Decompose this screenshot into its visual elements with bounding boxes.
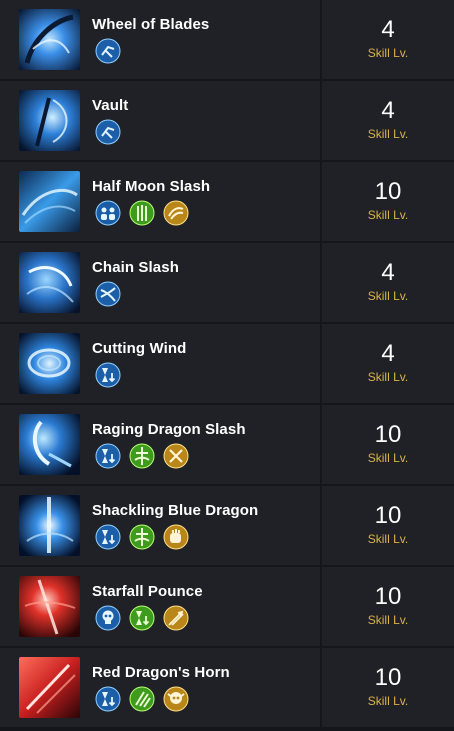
skill-level-cell: 4 Skill Lv. [322,0,454,79]
skill-name: Half Moon Slash [92,178,211,195]
skill-name: Red Dragon's Horn [92,664,230,681]
skill-level-label: Skill Lv. [367,207,409,222]
gold-cross-icon[interactable] [163,443,189,469]
tripod-list [95,38,121,64]
skill-level-value: 10 [374,663,402,691]
skill-level-label: Skill Lv. [367,126,409,141]
tripod-list [95,524,189,550]
skill-level-value: 4 [381,96,395,124]
skill-level-value: 10 [374,501,402,529]
cutting-wind-skill-icon [19,333,80,394]
tripod-list [95,443,189,469]
gold-skull-icon[interactable] [163,686,189,712]
tripod-list [95,605,189,631]
wheel-of-blades-skill-icon [19,9,80,70]
skill-level-value: 4 [381,258,395,286]
tripod-list [95,686,189,712]
red-dragons-horn-skill-icon [19,657,80,718]
skill-info-cell: Raging Dragon Slash [0,405,322,484]
skill-info-cell: Shackling Blue Dragon [0,486,322,565]
skill-level-cell: 10 Skill Lv. [322,648,454,727]
gold-arrows-icon[interactable] [163,605,189,631]
skill-row[interactable]: Red Dragon's Horn 10 Skill Lv. [0,648,454,727]
skill-list: Wheel of Blades 4 Skill Lv. Vault 4 Skil… [0,0,454,731]
skill-name: Shackling Blue Dragon [92,502,259,519]
skill-row[interactable]: Starfall Pounce 10 Skill Lv. [0,567,454,646]
skill-level-value: 10 [374,177,402,205]
skill-level-cell: 10 Skill Lv. [322,567,454,646]
half-moon-slash-skill-icon [19,171,80,232]
skill-level-cell: 4 Skill Lv. [322,243,454,322]
skill-info-cell: Wheel of Blades [0,0,322,79]
skill-row[interactable]: Cutting Wind 4 Skill Lv. [0,324,454,403]
skill-row[interactable]: Chain Slash 4 Skill Lv. [0,243,454,322]
skill-level-value: 10 [374,582,402,610]
skill-level-cell: 10 Skill Lv. [322,162,454,241]
skill-row[interactable]: Vault 4 Skill Lv. [0,81,454,160]
vault-skill-icon [19,90,80,151]
green-claw-icon[interactable] [129,686,155,712]
dash-icon[interactable] [95,38,121,64]
tripod-list [95,362,121,388]
skill-level-label: Skill Lv. [367,450,409,465]
skill-name: Vault [92,97,129,114]
skill-info-cell: Chain Slash [0,243,322,322]
skill-level-label: Skill Lv. [367,45,409,60]
hourglass-icon[interactable] [95,524,121,550]
skill-info-cell: Half Moon Slash [0,162,322,241]
starfall-pounce-skill-icon [19,576,80,637]
skill-level-label: Skill Lv. [367,612,409,627]
green-hourglass-icon[interactable] [129,605,155,631]
blue-slash-icon[interactable] [95,281,121,307]
skill-level-label: Skill Lv. [367,288,409,303]
green-blade-icon[interactable] [129,200,155,226]
skill-row[interactable]: Raging Dragon Slash 10 Skill Lv. [0,405,454,484]
raging-dragon-slash-skill-icon [19,414,80,475]
hourglass-icon[interactable] [95,443,121,469]
skill-level-value: 10 [374,420,402,448]
skill-level-value: 4 [381,339,395,367]
tripod-list [95,119,121,145]
tripod-list [95,281,121,307]
tripod-list [95,200,189,226]
shackling-blue-dragon-skill-icon [19,495,80,556]
skill-level-cell: 4 Skill Lv. [322,81,454,160]
skill-name: Chain Slash [92,259,179,276]
skill-name: Raging Dragon Slash [92,421,246,438]
skull-icon[interactable] [95,605,121,631]
skill-level-label: Skill Lv. [367,693,409,708]
green-totem-icon[interactable] [129,524,155,550]
skill-name: Starfall Pounce [92,583,203,600]
gold-fist-icon[interactable] [163,524,189,550]
skill-level-cell: 10 Skill Lv. [322,486,454,565]
skill-info-cell: Red Dragon's Horn [0,648,322,727]
skill-name: Cutting Wind [92,340,187,357]
skill-level-value: 4 [381,15,395,43]
skill-row[interactable]: Shackling Blue Dragon 10 Skill Lv. [0,486,454,565]
skill-level-label: Skill Lv. [367,369,409,384]
gold-slash-icon[interactable] [163,200,189,226]
skill-level-label: Skill Lv. [367,531,409,546]
skill-level-cell: 10 Skill Lv. [322,405,454,484]
party-icon[interactable] [95,200,121,226]
skill-name: Wheel of Blades [92,16,210,33]
skill-row[interactable]: Half Moon Slash 10 Skill Lv. [0,162,454,241]
skill-info-cell: Vault [0,81,322,160]
hourglass-icon[interactable] [95,686,121,712]
chain-slash-skill-icon [19,252,80,313]
skill-row[interactable]: Wheel of Blades 4 Skill Lv. [0,0,454,79]
dash-icon[interactable] [95,119,121,145]
skill-info-cell: Cutting Wind [0,324,322,403]
skill-level-cell: 4 Skill Lv. [322,324,454,403]
green-totem-icon[interactable] [129,443,155,469]
skill-info-cell: Starfall Pounce [0,567,322,646]
hourglass-icon[interactable] [95,362,121,388]
